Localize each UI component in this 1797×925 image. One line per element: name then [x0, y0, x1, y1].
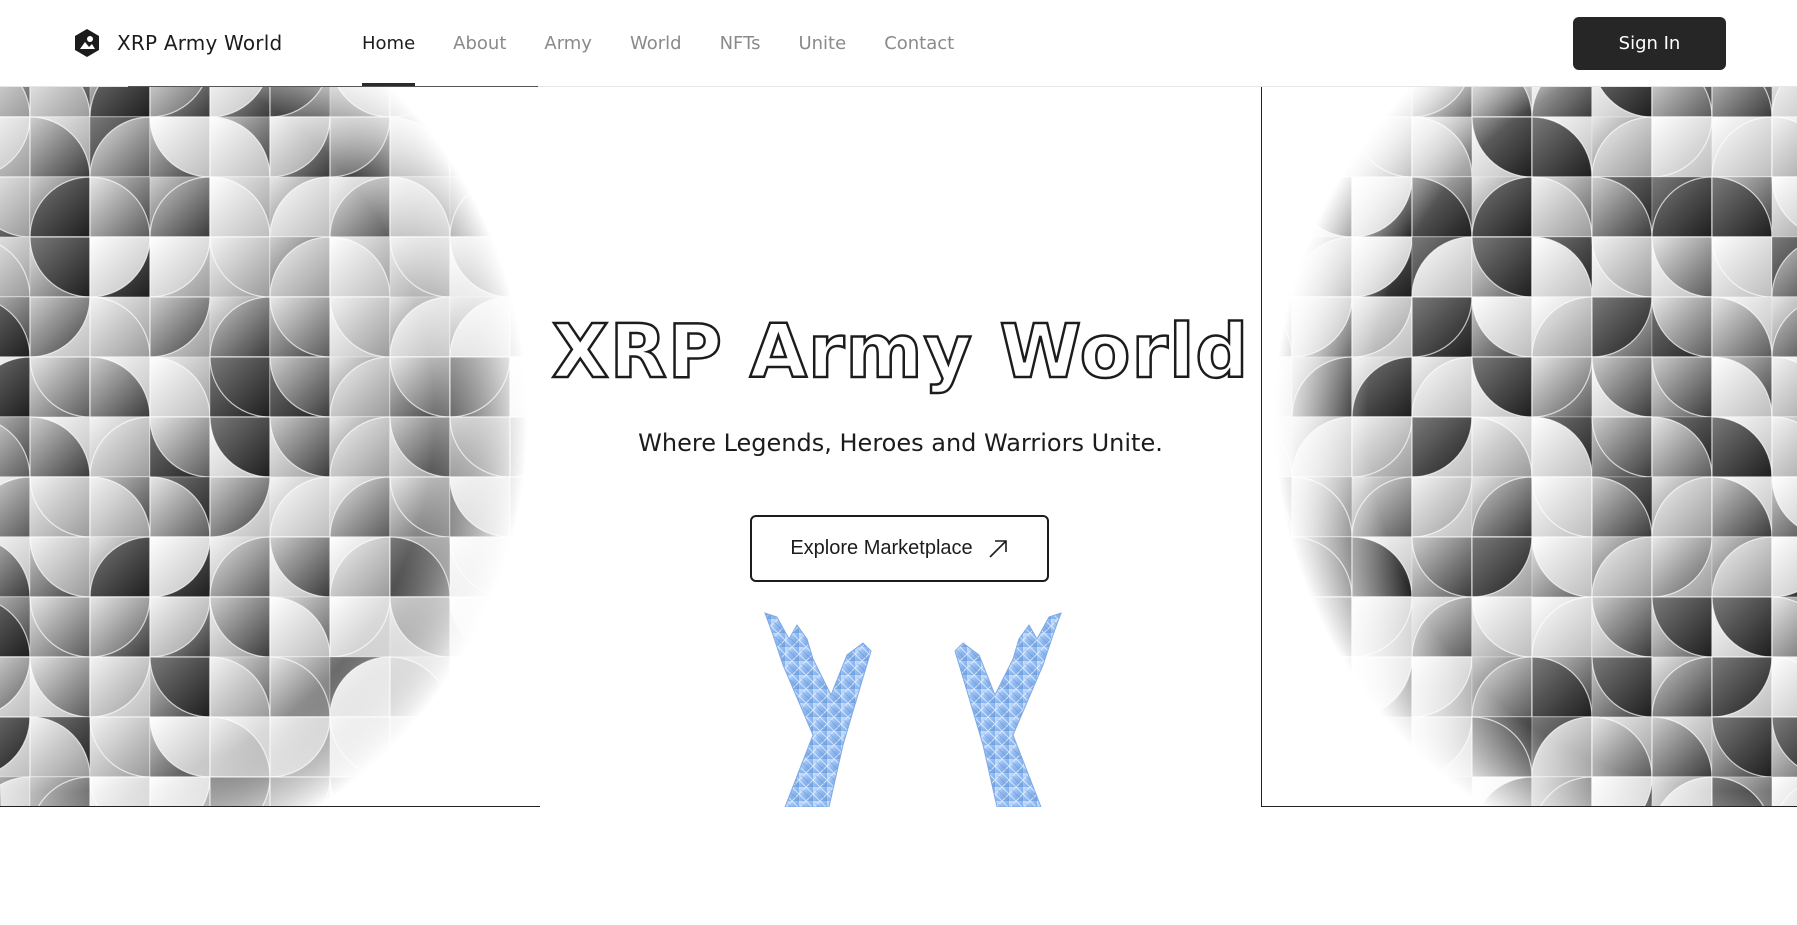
- hero-subtitle: Where Legends, Heroes and Warriors Unite…: [638, 429, 1163, 457]
- main-nav: Home About Army World NFTs Unite Contact: [362, 0, 992, 87]
- crystal-hands-image: [764, 612, 1062, 807]
- nav-item-nfts[interactable]: NFTs: [720, 0, 761, 87]
- arrow-up-right-icon: [989, 539, 1007, 558]
- brand[interactable]: XRP Army World: [73, 25, 282, 61]
- nav-item-about[interactable]: About: [453, 0, 506, 87]
- explore-marketplace-label: Explore Marketplace: [790, 537, 973, 559]
- hexagon-logo-icon: [75, 29, 99, 57]
- sign-in-button[interactable]: Sign In: [1573, 17, 1726, 70]
- explore-marketplace-button[interactable]: Explore Marketplace: [750, 515, 1049, 582]
- geometric-pattern-right: [1262, 87, 1797, 806]
- right-pattern-panel: [1261, 87, 1797, 807]
- brand-name: XRP Army World: [117, 31, 283, 55]
- hero-section: XRP Army World Where Legends, Heroes and…: [540, 87, 1261, 807]
- nav-item-unite[interactable]: Unite: [798, 0, 846, 87]
- geometric-pattern-left: [0, 87, 540, 806]
- nav-divider: [128, 86, 538, 87]
- nav-item-world[interactable]: World: [630, 0, 682, 87]
- top-navbar: XRP Army World Home About Army World NFT…: [0, 0, 1797, 87]
- nav-item-home[interactable]: Home: [362, 0, 416, 87]
- below-fold-area: [0, 807, 1797, 925]
- hero-title: XRP Army World: [550, 308, 1250, 397]
- nav-item-contact[interactable]: Contact: [884, 0, 954, 87]
- nav-item-army[interactable]: Army: [544, 0, 592, 87]
- left-pattern-panel: [0, 87, 540, 807]
